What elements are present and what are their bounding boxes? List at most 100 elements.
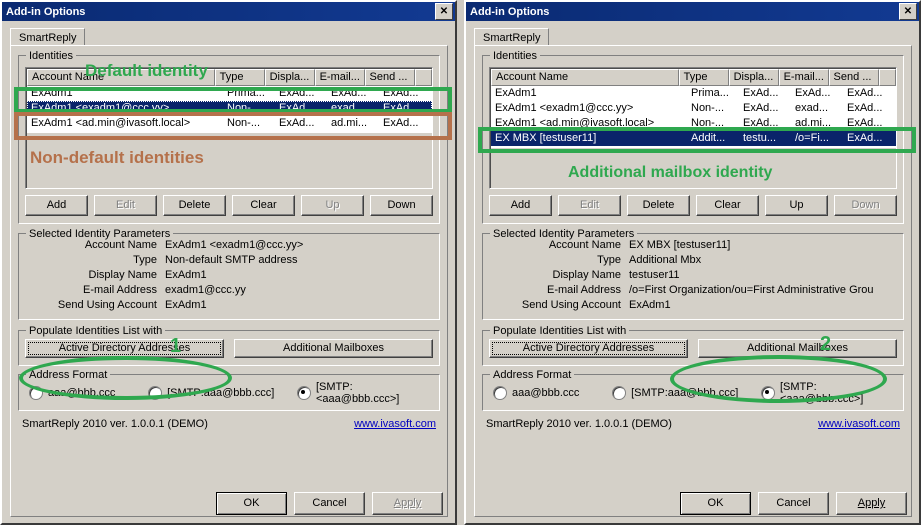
add-button[interactable]: Add [489,195,552,216]
dialog-buttons-right: OK Cancel Apply [466,492,919,515]
radio-smtp-bracket[interactable]: [SMTP:aaa@bbb.ccc] [148,381,297,405]
tabstrip-left: SmartReply [10,27,449,45]
edit-button[interactable]: Edit [558,195,621,216]
group-identities-right: Identities Account Name Type Displa... E… [482,50,904,224]
dialog-body-right: SmartReply Identities Account Name Type … [466,21,919,523]
cell-type: Addit... [691,132,726,144]
down-button[interactable]: Down [370,195,433,216]
up-button[interactable]: Up [301,195,364,216]
column-header-type[interactable]: Type [214,69,265,86]
cell-email: ad.mi... [331,117,368,129]
cell-account: ExAdm1 <ad.min@ivasoft.local> [31,117,191,129]
column-header-account-name[interactable]: Account Name [491,69,679,86]
apply-button[interactable]: Apply [836,492,907,515]
column-header-display[interactable]: Displa... [728,69,779,86]
table-row[interactable]: ExAdm1 <exadm1@ccc.yy> Non-... ExAd... e… [491,101,896,116]
column-header-email[interactable]: E-mail... [314,69,365,86]
radio-smtp-angle[interactable]: [SMTP:<aaa@bbb.ccc>] [297,381,435,405]
param-account-name: Account Name EX MBX [testuser11] [489,238,897,253]
cancel-button[interactable]: Cancel [294,492,365,515]
column-header-account-name[interactable]: Account Name [27,69,215,86]
identities-listview-left[interactable]: Account Name Type Displa... E-mail... Se… [25,67,433,189]
cell-email: ExAd... [331,87,367,99]
group-label-identities: Identities [490,50,541,62]
website-link[interactable]: www.ivasoft.com [354,418,436,430]
apply-button[interactable]: Apply [372,492,443,515]
radio-label: [SMTP:<aaa@bbb.ccc>] [316,381,400,405]
down-button[interactable]: Down [834,195,897,216]
up-button[interactable]: Up [765,195,828,216]
param-type: Type Additional Mbx [489,253,897,268]
table-row[interactable]: ExAdm1 Prima... ExAd... ExAd... ExAd... [491,86,896,101]
radio-icon [29,386,43,400]
version-text: SmartReply 2010 ver. 1.0.0.1 (DEMO) [486,418,672,430]
param-account-name: Account Name ExAdm1 <exadm1@ccc.yy> [25,238,433,253]
listview-empty-area [27,133,432,188]
tab-smartreply[interactable]: SmartReply [10,28,86,45]
cancel-button[interactable]: Cancel [758,492,829,515]
add-button[interactable]: Add [25,195,88,216]
param-label: Send Using Account [57,299,157,311]
column-header-email[interactable]: E-mail... [778,69,829,86]
cell-email: ExAd... [795,87,831,99]
ok-button[interactable]: OK [216,492,287,515]
populate-button-row-right: Active Directory Addresses Additional Ma… [489,339,897,358]
group-label-address-format: Address Format [490,369,575,381]
additional-mailboxes-button[interactable]: Additional Mailboxes [698,339,897,358]
ok-button[interactable]: OK [680,492,751,515]
clear-button[interactable]: Clear [232,195,295,216]
column-header-type[interactable]: Type [678,69,729,86]
tab-smartreply[interactable]: SmartReply [474,28,550,45]
tabpanel-right: Identities Account Name Type Displa... E… [474,45,912,517]
column-header-send[interactable]: Send ... [364,69,415,86]
param-value: exadm1@ccc.yy [165,284,246,296]
table-row[interactable]: EX MBX [testuser11] Addit... testu... /o… [491,131,896,146]
clear-button[interactable]: Clear [696,195,759,216]
cell-display: ExAd... [743,102,779,114]
cell-display: ExAd... [743,117,779,129]
radio-plain-address[interactable]: aaa@bbb.ccc [23,381,148,405]
identities-listview-right[interactable]: Account Name Type Displa... E-mail... Se… [489,67,897,189]
active-directory-addresses-button[interactable]: Active Directory Addresses [489,339,688,358]
identities-button-row-left: Add Edit Delete Clear Up Down [25,195,433,216]
group-label-selected-params: Selected Identity Parameters [490,228,638,240]
group-populate-right: Populate Identities List with Active Dir… [482,325,904,366]
table-row[interactable]: ExAdm1 <ad.min@ivasoft.local> Non-... Ex… [27,116,432,131]
radio-icon [148,386,163,400]
additional-mailboxes-button[interactable]: Additional Mailboxes [234,339,433,358]
close-icon[interactable]: ✕ [435,3,453,20]
radio-plain-address[interactable]: aaa@bbb.ccc [487,381,612,405]
radio-icon [493,386,507,400]
edit-button[interactable]: Edit [94,195,157,216]
apply-label: Apply [393,497,422,509]
group-address-format-left: Address Format aaa@bbb.ccc [SMTP:aaa@bbb… [18,369,440,411]
table-row[interactable]: ExAdm1 Prima... ExAd... ExAd... ExAd... [27,86,432,101]
cell-send: ExAd... [847,117,883,129]
param-label: Type [597,254,621,266]
column-header-send[interactable]: Send ... [828,69,879,86]
website-link[interactable]: www.ivasoft.com [818,418,900,430]
cell-type: Prima... [691,87,729,99]
param-value: Non-default SMTP address [165,254,298,266]
cell-send: ExAd... [847,132,883,144]
apply-label: Apply [857,497,886,509]
column-header-display[interactable]: Displa... [264,69,315,86]
cell-account: ExAdm1 [495,87,537,99]
cell-type: Non-... [691,102,725,114]
param-type: Type Non-default SMTP address [25,253,433,268]
active-directory-addresses-button[interactable]: Active Directory Addresses [25,339,224,358]
close-icon[interactable]: ✕ [899,3,917,20]
delete-button[interactable]: Delete [627,195,690,216]
radio-smtp-bracket[interactable]: [SMTP:aaa@bbb.ccc] [612,381,761,405]
radio-smtp-angle[interactable]: [SMTP:<aaa@bbb.ccc>] [761,381,899,405]
identities-button-row-right: Add Edit Delete Clear Up Down [489,195,897,216]
group-label-identities: Identities [26,50,77,62]
delete-button[interactable]: Delete [163,195,226,216]
param-send-using-account: Send Using Account ExAdm1 [25,298,433,313]
footer-right: SmartReply 2010 ver. 1.0.0.1 (DEMO) www.… [482,418,904,430]
cell-email: exad... [795,102,829,114]
cell-display: ExAd... [743,87,779,99]
table-row[interactable]: ExAdm1 <ad.min@ivasoft.local> Non-... Ex… [491,116,896,131]
table-row[interactable]: ExAdm1 <exadm1@ccc.yy> Non-... ExAd... e… [27,101,432,116]
cell-send: ExAd... [383,87,419,99]
